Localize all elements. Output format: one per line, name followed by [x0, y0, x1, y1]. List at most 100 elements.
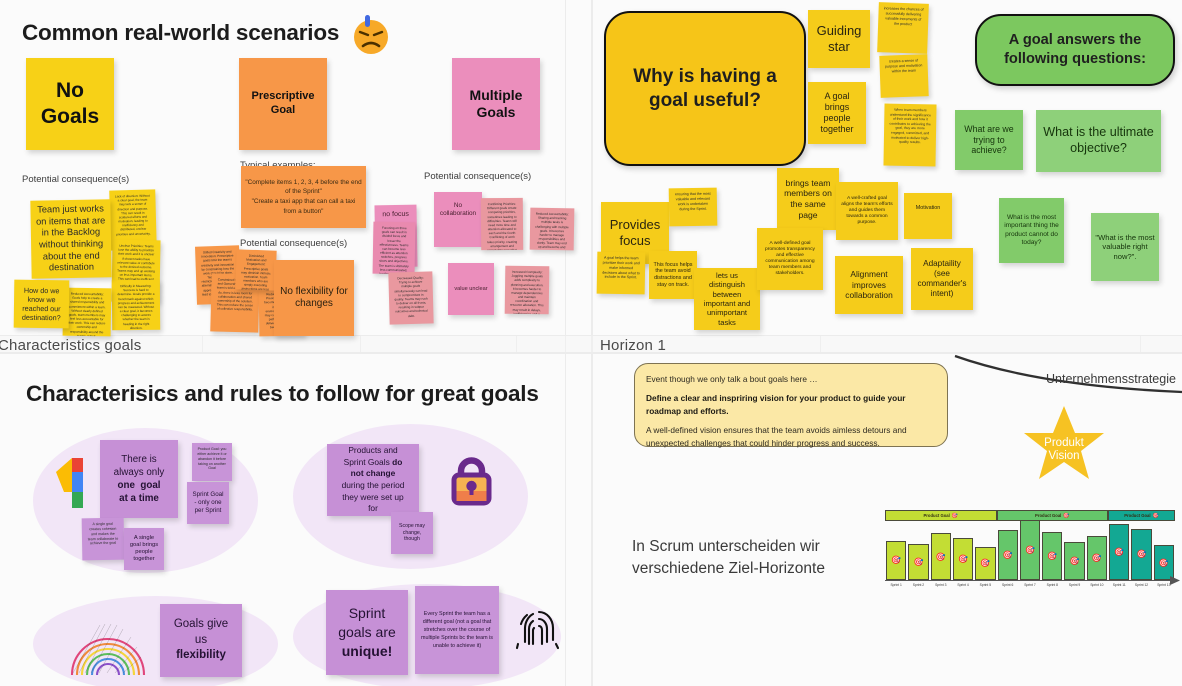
- frame-label-horizon[interactable]: Horizon 1: [600, 337, 666, 354]
- chart-tick-label: Sprint 12: [1134, 583, 1149, 587]
- goal-band: Product Goal 🎯: [885, 510, 997, 521]
- sticky-alignment-collaboration[interactable]: Alignment improves collaboration: [835, 256, 903, 314]
- sticky-goal-brings-people[interactable]: A goal brings people together: [808, 82, 866, 144]
- dart-icon: 🎯: [891, 555, 902, 565]
- sticky-micro-pink-5[interactable]: Increased Complexity: Juggling multiple …: [504, 265, 550, 315]
- sticky-micro-yellow-3[interactable]: Difficulty in Measuring: Success is hard…: [111, 279, 161, 331]
- sticky-micro-pink-4[interactable]: Decreased Quality: Trying to achieve mul…: [388, 271, 434, 325]
- chart-bar: 🎯: [1019, 519, 1041, 580]
- frame-header-strip: [0, 336, 1182, 352]
- horizons-description: In Scrum unterscheiden wir verschiedene …: [632, 538, 825, 578]
- sticky-every-sprint-different-goal[interactable]: Every Sprint the team has a different go…: [415, 586, 499, 674]
- sticky-what-trying-achieve[interactable]: What are we trying to achieve?: [955, 110, 1023, 170]
- product-vision-star[interactable]: Produkt Vision: [1021, 402, 1107, 484]
- sticky-brings-team-members[interactable]: brings team members on the same page: [777, 168, 839, 230]
- sticky-no-goals[interactable]: No Goals: [26, 58, 114, 150]
- dart-icon: 🎯: [1063, 512, 1070, 519]
- sticky-adaptability[interactable]: Adaptaility (see commander's intent): [911, 248, 973, 310]
- sticky-micro-why-7[interactable]: creates a sense of purpose and motivatio…: [879, 54, 929, 98]
- sticky-sprint-goal-only-one[interactable]: Sprint Goal - only one per Sprint: [187, 482, 229, 524]
- dart-icon: 🎯: [1002, 550, 1013, 560]
- fingerprint-icon: [515, 610, 560, 650]
- dart-icon: 🎯: [1025, 545, 1035, 555]
- sticky-well-crafted-goal[interactable]: A well-crafted goal aligns the team's ef…: [836, 182, 898, 240]
- chart-bar: 🎯: [975, 546, 996, 580]
- card-goal-answers-questions[interactable]: A goal answers the following questions:: [975, 14, 1175, 86]
- chart-tick-label: Sprint 9: [1068, 583, 1081, 587]
- sticky-one-goal-at-a-time[interactable]: There is always only one goal at a time …: [100, 440, 178, 518]
- sticky-micro-why-6[interactable]: increases the chances of successfully de…: [877, 2, 929, 54]
- page-title-scenarios: Common real-world scenarios: [22, 20, 340, 45]
- sticky-single-goal-people[interactable]: A single goal brings people together: [124, 528, 164, 570]
- goal-band: Product Goal 🎯: [1108, 510, 1175, 521]
- dart-icon: 🎯: [1047, 551, 1058, 561]
- sticky-most-important-cannot[interactable]: What is the most important thing the pro…: [999, 198, 1064, 263]
- dart-icon: 🎯: [1069, 556, 1080, 566]
- chart-tick-label: Sprint 6: [1001, 583, 1014, 587]
- chart-bar: 🎯: [886, 540, 907, 580]
- sticky-micro-why-8[interactable]: When team members understand the signifi…: [883, 103, 937, 167]
- sticky-no-flexibility[interactable]: No flexibility for changes: [274, 260, 354, 336]
- chart-bar: 🎯: [930, 533, 951, 580]
- grid-guide-2: [565, 352, 566, 686]
- sticky-guiding-star[interactable]: Guiding star: [808, 10, 870, 68]
- sticky-single-goal-cohesion[interactable]: A single goal creates cohesion and makes…: [81, 517, 125, 561]
- page-title-characteristics: Characterisics and rules to follow for g…: [26, 381, 539, 406]
- sticky-scope-may-change[interactable]: Scope may change, though: [391, 512, 433, 554]
- sticky-micro-why-1[interactable]: ensuring that the most valuable and rele…: [668, 187, 718, 227]
- callout-body: A well-defined vision ensures that the t…: [646, 425, 907, 448]
- dart-icon: 🎯: [1152, 512, 1159, 519]
- chart-tick-label: Sprint 7: [1024, 583, 1036, 587]
- label-unternehmensstrategie: Unternehmensstrategie: [1046, 372, 1176, 386]
- chart-bar: 🎯: [1064, 542, 1085, 580]
- sticky-most-valuable-now[interactable]: "What is the most valuable right now?".: [1091, 213, 1159, 281]
- dart-icon: 🎯: [980, 558, 991, 568]
- dart-icon: 🎯: [935, 552, 946, 562]
- chart-tick-label: Sprint 3: [935, 583, 947, 587]
- sticky-micro-pink-1[interactable]: Focusing on three goals can result in di…: [372, 221, 416, 275]
- sticky-goals-do-not-change[interactable]: Products and Sprint Goals do not change …: [327, 444, 419, 516]
- confounded-face-emoji: [354, 15, 388, 54]
- sticky-micro-orange-4[interactable]: Diminished Motivation and Engagement: Pr…: [235, 249, 277, 291]
- chart-bar: 🎯: [908, 543, 929, 580]
- card-why-goal-useful[interactable]: Why is having a goal useful?: [604, 11, 806, 166]
- chart-bar: 🎯: [1086, 536, 1108, 580]
- sticky-micro-pink-2[interactable]: Conflicting Priorities: Different goals …: [480, 197, 524, 251]
- callout-bold: Define a clear and inspriring vision for…: [646, 393, 906, 416]
- callout-product-vision[interactable]: Event though we only talk a bout goals h…: [634, 363, 948, 448]
- sticky-focus-helps[interactable]: This focus helps the team avoid distract…: [649, 251, 697, 299]
- sticky-how-do-we-know[interactable]: How do we know we reached our destinatio…: [13, 279, 70, 329]
- grid-guide-1: [565, 0, 566, 352]
- sticky-micro-why-3[interactable]: A goal helps the team prioritize their w…: [596, 251, 646, 295]
- sticky-no-collaboration[interactable]: No collaboration: [434, 192, 482, 247]
- caption-consequences-3: Potential consequence(s): [424, 171, 532, 182]
- dart-icon: 🎯: [951, 512, 959, 519]
- frame-label-characteristics[interactable]: Characteristics goals: [0, 337, 141, 354]
- sticky-distinguish-tasks[interactable]: lets us distinguish between important an…: [694, 268, 760, 330]
- sticky-prescriptive-goal[interactable]: Prescriptive Goal: [239, 58, 327, 150]
- sticky-ultimate-objective[interactable]: What is the ultimate objective?: [1036, 110, 1161, 172]
- sticky-motivation[interactable]: Motivation: [904, 193, 952, 239]
- sticky-micro-yellow-4[interactable]: Reduced Accountability: Goals help to cr…: [62, 287, 112, 337]
- sticky-team-just-works[interactable]: Team just works on items that are in the…: [30, 199, 112, 279]
- dart-icon: 🎯: [913, 557, 924, 567]
- sticky-typical-examples[interactable]: "Complete items 1, 2, 3, 4 before the en…: [241, 166, 366, 228]
- chart-bar: 🎯: [1109, 524, 1130, 580]
- dart-icon: 🎯: [1158, 558, 1169, 568]
- dart-icon: 🎯: [958, 554, 969, 564]
- dart-icon: 🎯: [1091, 553, 1102, 563]
- sticky-product-goal-achieve[interactable]: Product Goal: you either achieve it or a…: [192, 443, 232, 481]
- chart-tick-label: Sprint 8: [1046, 583, 1058, 587]
- sticky-goals-give-flexibility[interactable]: Goals give us flexibility Goals giveus f…: [160, 604, 242, 677]
- sticky-multiple-goals[interactable]: Multiple Goals: [452, 58, 540, 150]
- sticky-micro-pink-3[interactable]: Reduced Accountability: Sharing and trac…: [529, 207, 575, 251]
- whiteboard-canvas[interactable]: Characteristics goals Horizon 1 Common r…: [0, 0, 1182, 686]
- chart-bar: 🎯: [952, 538, 974, 580]
- sticky-well-defined-goal[interactable]: A well-defined goal promotes transparenc…: [757, 228, 823, 290]
- caption-consequences-2: Potential consequence(s): [240, 238, 348, 249]
- chart-tick-label: Sprint 1: [890, 583, 902, 587]
- sticky-value-unclear[interactable]: value unclear: [448, 263, 494, 315]
- sticky-sprint-goals-unique[interactable]: Sprint goals are unique! Sprintgoals are…: [326, 590, 408, 675]
- caption-consequences-1: Potential consequence(s): [22, 174, 130, 185]
- chart-tick-label: Sprint 5: [979, 583, 992, 587]
